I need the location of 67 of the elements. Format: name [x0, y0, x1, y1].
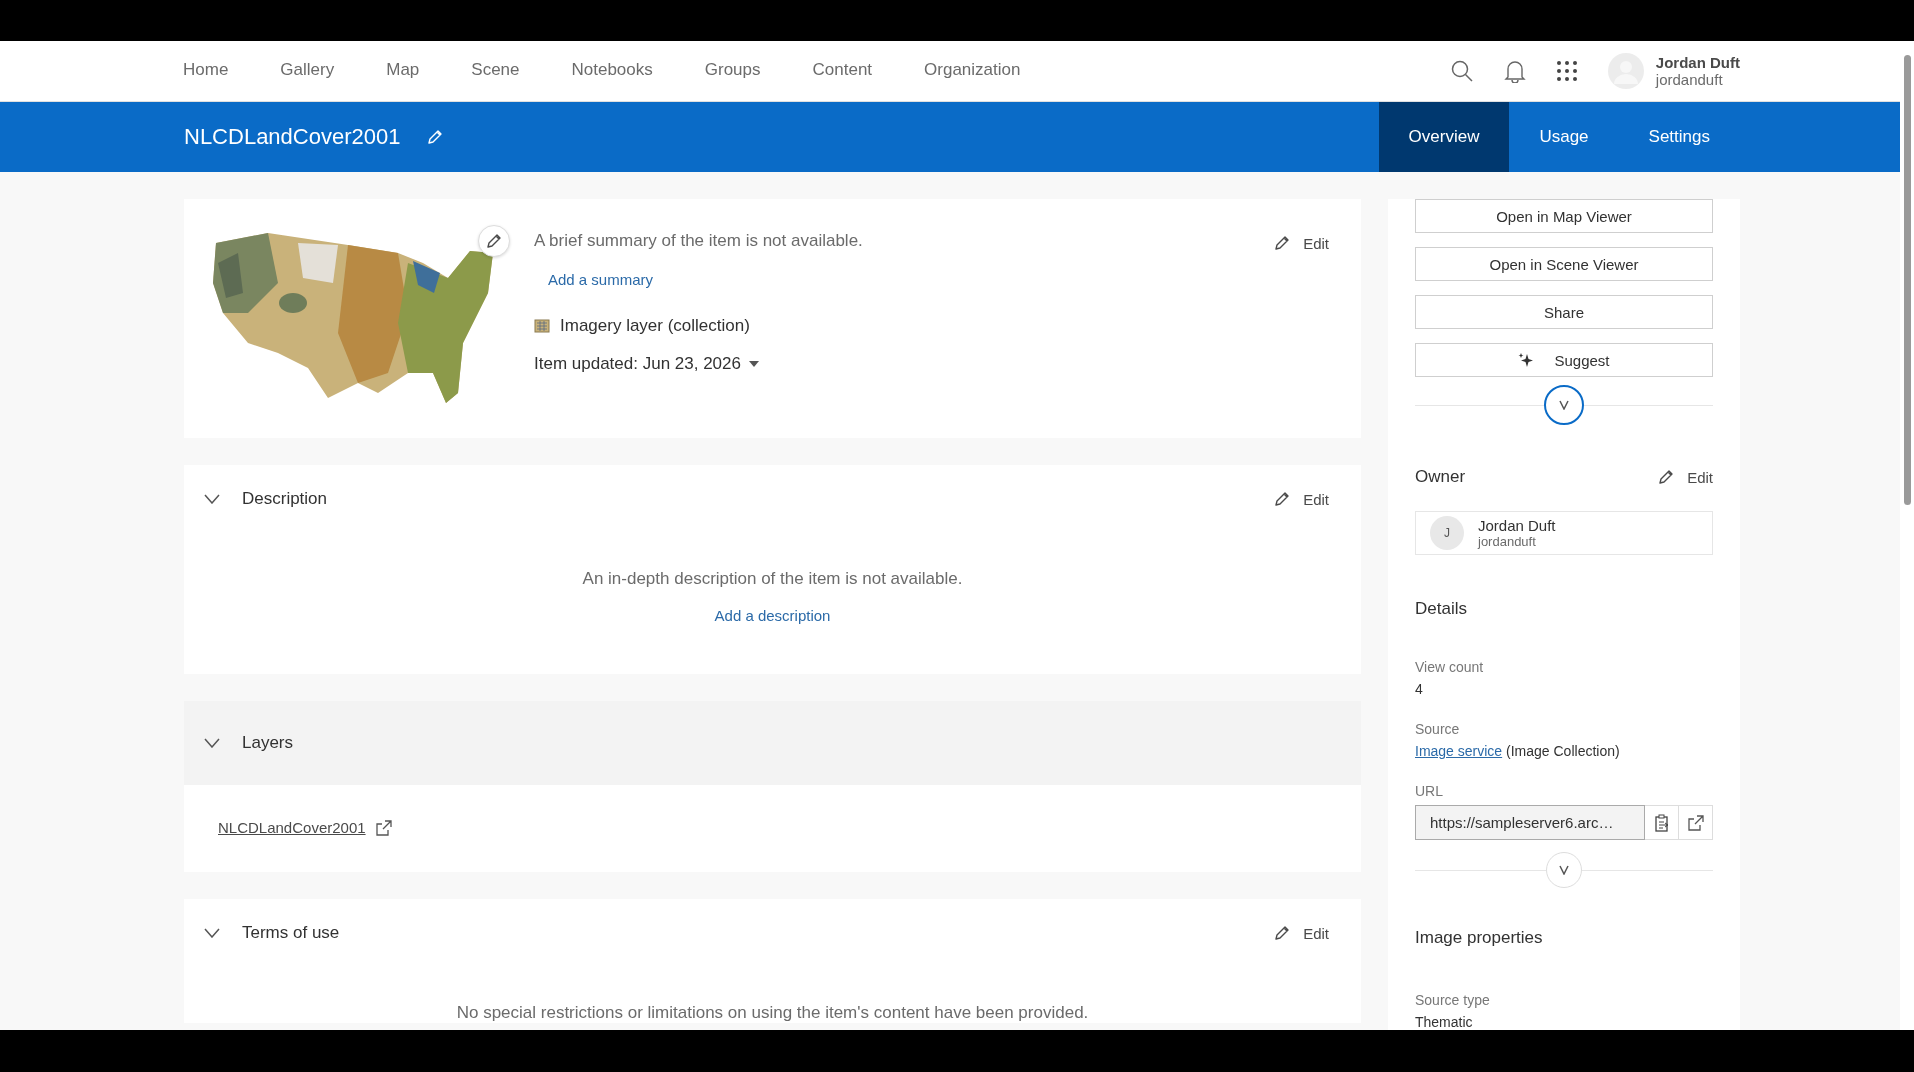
user-name: Jordan Duft — [1655, 54, 1740, 71]
field-label: View count — [1415, 659, 1485, 675]
tab[interactable]: Overview — [1378, 102, 1510, 172]
add-description-link[interactable]: Add a description — [714, 607, 831, 624]
chevron-down-icon — [1559, 400, 1569, 410]
tab[interactable]: Settings — [1618, 102, 1740, 172]
field-value: 4 — [1415, 681, 1424, 697]
field-value: Image service (Image Collection) — [1415, 743, 1621, 759]
section-title: Layers — [242, 733, 295, 753]
expand-button[interactable] — [1544, 385, 1584, 425]
avatar-initial: J — [1430, 516, 1464, 550]
field-label: Source type — [1415, 992, 1491, 1008]
section-title: Terms of use — [242, 923, 341, 943]
layer-link[interactable]: NLCDLandCover2001 — [218, 819, 366, 836]
edit-button[interactable]: Edit — [1273, 231, 1329, 255]
item-type: Imagery layer (collection) — [560, 316, 750, 336]
nav-link[interactable]: Home — [183, 56, 229, 86]
nav-link[interactable]: Groups — [704, 56, 761, 86]
action-button[interactable]: Open in Map Viewer — [1415, 199, 1713, 233]
username: jordanduft — [1655, 71, 1724, 88]
url-field[interactable]: https://sampleserver6.arc… — [1415, 805, 1645, 840]
nav-link[interactable]: Gallery — [280, 56, 335, 86]
summary-text: A brief summary of the item is not available. — [534, 231, 863, 251]
tab[interactable]: Usage — [1509, 102, 1619, 172]
caret-down-icon — [749, 361, 759, 367]
chevron-down-icon[interactable] — [204, 928, 220, 938]
section-heading: Details — [1415, 599, 1468, 619]
chevron-down-icon — [1559, 865, 1569, 875]
edit-thumbnail-button[interactable] — [478, 225, 510, 257]
edit-button[interactable]: Edit — [1273, 487, 1329, 511]
action-button[interactable]: Share — [1415, 295, 1713, 329]
chevron-down-icon[interactable] — [204, 494, 220, 504]
external-link-icon[interactable] — [1687, 814, 1704, 831]
section-title: Description — [242, 489, 329, 509]
edit-button[interactable]: Edit — [1273, 921, 1329, 945]
bell-icon[interactable] — [1503, 59, 1526, 83]
action-button[interactable]: Open in Scene Viewer — [1415, 247, 1713, 281]
nav-link[interactable]: Notebooks — [571, 56, 653, 86]
terms-text: No special restrictions or limitations on using the item's content have been provided. — [456, 1003, 1089, 1023]
nav-link[interactable]: Organization — [924, 56, 1021, 86]
sparkle-icon — [1518, 352, 1535, 368]
source-link[interactable]: Image service — [1415, 743, 1503, 759]
add-summary-link[interactable]: Add a summary — [548, 271, 654, 288]
copy-icon[interactable] — [1653, 813, 1670, 832]
section-heading: Image properties — [1415, 928, 1544, 948]
scrollbar-thumb[interactable] — [1904, 55, 1911, 505]
external-link-icon — [375, 819, 392, 836]
owner-username: jordanduft — [1478, 534, 1537, 549]
pencil-icon — [485, 232, 503, 250]
field-label: URL — [1415, 783, 1444, 799]
chevron-down-icon[interactable] — [204, 738, 220, 748]
action-button[interactable]: Suggest — [1415, 343, 1713, 377]
updated-dropdown[interactable]: Item updated: Jun 23, 2026 — [534, 354, 759, 374]
search-icon[interactable] — [1449, 59, 1474, 83]
edit-button[interactable]: Edit — [1657, 465, 1713, 489]
imagery-layer-icon — [534, 319, 550, 333]
section-heading: Owner — [1415, 467, 1466, 487]
description-text: An in-depth description of the item is not available. — [582, 569, 963, 589]
field-value: Thematic — [1415, 1014, 1474, 1030]
field-label: Source — [1415, 721, 1461, 737]
scrollbar[interactable] — [1900, 41, 1914, 1030]
apps-grid-icon[interactable] — [1555, 60, 1578, 82]
nav-link[interactable]: Scene — [471, 56, 520, 86]
owner-name: Jordan Duft — [1478, 517, 1556, 534]
item-title: NLCDLandCover2001 — [184, 124, 401, 150]
nav-link[interactable]: Map — [386, 56, 420, 86]
nav-link[interactable]: Content — [812, 56, 873, 86]
